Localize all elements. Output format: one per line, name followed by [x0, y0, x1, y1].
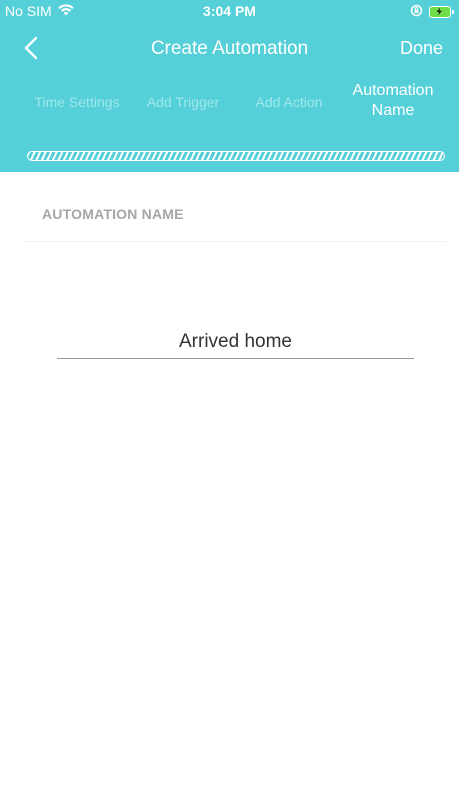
- nav-bar: Create Automation Done: [0, 26, 459, 74]
- step-add-trigger: Add Trigger: [146, 94, 220, 110]
- page-title: Create Automation: [150, 38, 309, 59]
- step-automation-name-line2: Name: [371, 102, 415, 119]
- battery-charging-icon: [429, 6, 454, 18]
- rotation-lock-icon: [410, 4, 423, 20]
- step-automation-name-line1: Automation: [352, 82, 434, 99]
- step-time-settings: Time Settings: [34, 94, 120, 110]
- section-label: AUTOMATION NAME: [42, 206, 184, 222]
- name-input-underline: [57, 358, 414, 359]
- step-add-action: Add Action: [255, 94, 323, 110]
- status-bar: No SIM 3:04 PM: [0, 0, 459, 24]
- section-divider: [22, 241, 446, 242]
- progress-bar: [27, 151, 445, 161]
- status-right: [410, 4, 454, 20]
- automation-name-input[interactable]: [57, 327, 414, 357]
- status-time: 3:04 PM: [203, 3, 256, 19]
- app-header: No SIM 3:04 PM Create Automation Done Ti…: [0, 0, 459, 172]
- step-automation-name: Automation Name: [340, 81, 446, 121]
- step-indicator: Time Settings Add Trigger Add Action Aut…: [0, 78, 459, 128]
- done-button[interactable]: Done: [400, 38, 443, 59]
